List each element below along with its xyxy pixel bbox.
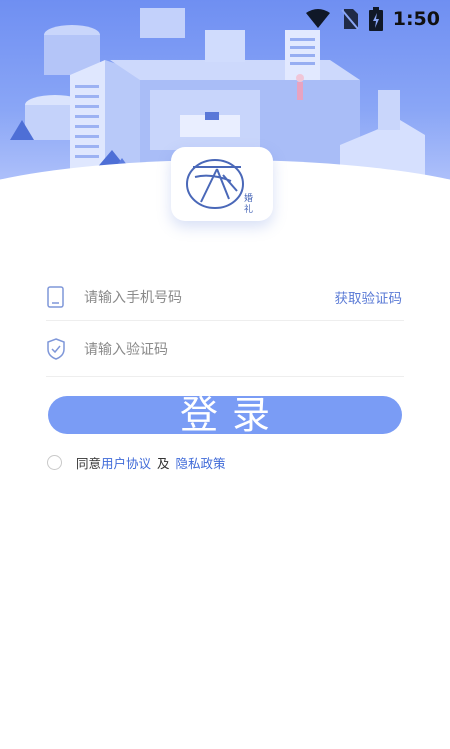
logo-mark-icon (186, 159, 244, 209)
phone-row: 获取验证码 (46, 276, 404, 321)
status-time: 1:50 (392, 8, 440, 30)
battery-charging-icon (368, 7, 383, 31)
phone-input[interactable] (82, 284, 326, 312)
code-row (46, 328, 404, 377)
agreement-row: 同意 用户协议 及 隐私政策 (47, 452, 226, 472)
agreement-prefix: 同意 (76, 455, 102, 471)
privacy-policy-link[interactable]: 隐私政策 (176, 453, 226, 472)
get-code-button[interactable]: 获取验证码 (335, 287, 403, 307)
phone-icon (47, 286, 64, 308)
wifi-icon (305, 9, 330, 28)
shield-check-icon (47, 338, 65, 360)
logo-text-bottom: 礼 (244, 205, 254, 215)
no-sim-icon (340, 9, 359, 30)
app-logo: 婚 礼 (171, 147, 273, 221)
code-input[interactable] (82, 336, 326, 364)
user-agreement-link[interactable]: 用户协议 (101, 453, 151, 472)
agreement-and: 及 (157, 455, 170, 471)
agreement-radio[interactable] (47, 454, 62, 470)
status-bar: 1:50 (305, 6, 440, 32)
login-button[interactable]: 登录 (48, 396, 402, 434)
